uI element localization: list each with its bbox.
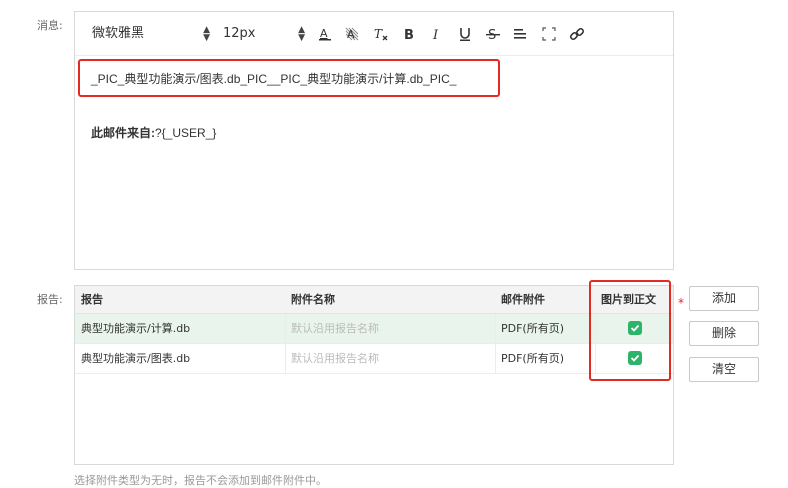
report-table: 报告 附件名称 邮件附件 图片到正文 典型功能演示/计算.db 默认沿用报告名称… — [74, 285, 674, 465]
bold-icon[interactable]: B — [399, 24, 419, 44]
italic-icon[interactable]: I — [427, 24, 447, 44]
fullscreen-icon[interactable] — [539, 24, 559, 44]
hint-text: 选择附件类型为无时，报告不会添加到邮件附件中。 — [74, 474, 327, 487]
from-label: 此邮件来自: — [91, 126, 155, 140]
column-divider — [595, 344, 596, 373]
clear-button[interactable]: 清空 — [689, 357, 759, 382]
check-icon — [630, 354, 640, 362]
svg-text:I: I — [432, 28, 439, 42]
underline-icon[interactable] — [455, 24, 475, 44]
delete-button[interactable]: 删除 — [689, 321, 759, 346]
email-settings-panel: 消息: 微软雅黑 ▲ ▼ 12px ▲ ▼ A A T B I S _PIC_典… — [0, 0, 788, 488]
font-size-select[interactable]: 12px ▲ ▼ — [223, 24, 305, 44]
column-divider — [595, 314, 596, 343]
message-label: 消息: — [37, 19, 63, 32]
select-arrows-icon: ▲ ▼ — [298, 25, 305, 43]
mail-attachment-select[interactable]: PDF(所有页) — [495, 344, 595, 373]
check-icon — [630, 324, 640, 332]
editor-toolbar: 微软雅黑 ▲ ▼ 12px ▲ ▼ A A T B I S — [75, 12, 673, 56]
link-icon[interactable] — [567, 24, 587, 44]
svg-text:A: A — [347, 28, 355, 41]
report-label: 报告: — [37, 293, 63, 306]
from-line: 此邮件来自:?{_USER_} — [91, 124, 216, 141]
from-value: ?{_USER_} — [155, 126, 217, 140]
pic-placeholder-text: _PIC_典型功能演示/图表.db_PIC__PIC_典型功能演示/计算.db_… — [91, 72, 457, 86]
pic-to-body-checkbox[interactable] — [628, 321, 642, 335]
background-color-icon[interactable]: A — [342, 24, 362, 44]
mail-attachment-select[interactable]: PDF(所有页) — [495, 314, 595, 343]
clear-format-icon[interactable]: T — [371, 24, 391, 44]
table-row[interactable]: 典型功能演示/计算.db 默认沿用报告名称 PDF(所有页) — [75, 314, 673, 344]
header-pic-to-body: 图片到正文 — [601, 293, 656, 306]
align-icon[interactable] — [510, 24, 530, 44]
header-mail-attachment: 邮件附件 — [501, 293, 545, 306]
pic-to-body-checkbox[interactable] — [628, 351, 642, 365]
table-row[interactable]: 典型功能演示/图表.db 默认沿用报告名称 PDF(所有页) — [75, 344, 673, 374]
font-family-select[interactable]: 微软雅黑 ▲ ▼ — [92, 24, 210, 44]
header-report: 报告 — [81, 293, 103, 306]
cell-report: 典型功能演示/计算.db — [81, 322, 191, 335]
table-header: 报告 附件名称 邮件附件 图片到正文 — [75, 286, 673, 314]
svg-text:A: A — [320, 27, 328, 40]
attachment-name-input[interactable]: 默认沿用报告名称 — [285, 314, 495, 343]
required-mark: * — [678, 296, 684, 310]
font-size-value: 12px — [223, 26, 256, 41]
cell-report: 典型功能演示/图表.db — [81, 352, 191, 365]
editor-content[interactable]: _PIC_典型功能演示/图表.db_PIC__PIC_典型功能演示/计算.db_… — [75, 57, 673, 269]
header-attachment-name: 附件名称 — [291, 293, 335, 306]
attachment-name-input[interactable]: 默认沿用报告名称 — [285, 344, 495, 373]
font-color-icon[interactable]: A — [315, 24, 335, 44]
strikethrough-icon[interactable]: S — [483, 24, 503, 44]
select-arrows-icon: ▲ ▼ — [203, 25, 210, 43]
font-family-value: 微软雅黑 — [92, 26, 145, 41]
svg-text:B: B — [404, 28, 414, 42]
svg-text:T: T — [374, 27, 383, 41]
add-button[interactable]: 添加 — [689, 286, 759, 311]
message-editor[interactable]: 微软雅黑 ▲ ▼ 12px ▲ ▼ A A T B I S _PIC_典型功能演… — [74, 11, 674, 270]
